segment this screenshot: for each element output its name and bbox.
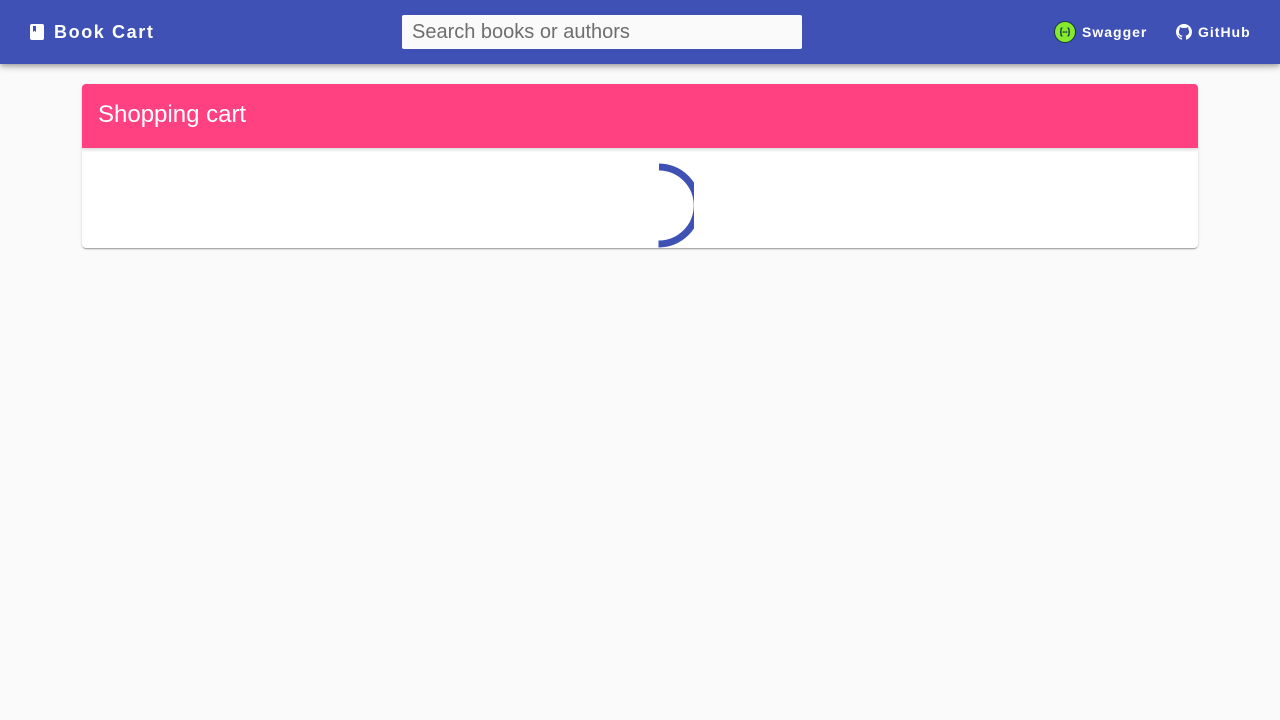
loading-spinner-icon — [658, 163, 694, 248]
top-toolbar: Book Cart Swagger GitHub — [0, 0, 1280, 64]
cart-title: Shopping cart — [98, 101, 247, 128]
book-icon — [24, 19, 50, 45]
brand-label: Book Cart — [54, 21, 155, 42]
github-link[interactable]: GitHub — [1176, 14, 1251, 50]
shopping-cart-card: Shopping cart — [82, 84, 1198, 248]
cart-header: Shopping cart — [82, 84, 1198, 148]
swagger-label: Swagger — [1082, 24, 1148, 40]
home-brand-button[interactable]: Book Cart — [24, 12, 154, 52]
github-icon — [1176, 24, 1192, 40]
swagger-icon — [1054, 21, 1076, 43]
github-label: GitHub — [1198, 24, 1251, 40]
search-input[interactable] — [402, 15, 802, 49]
swagger-link[interactable]: Swagger — [1054, 14, 1147, 50]
